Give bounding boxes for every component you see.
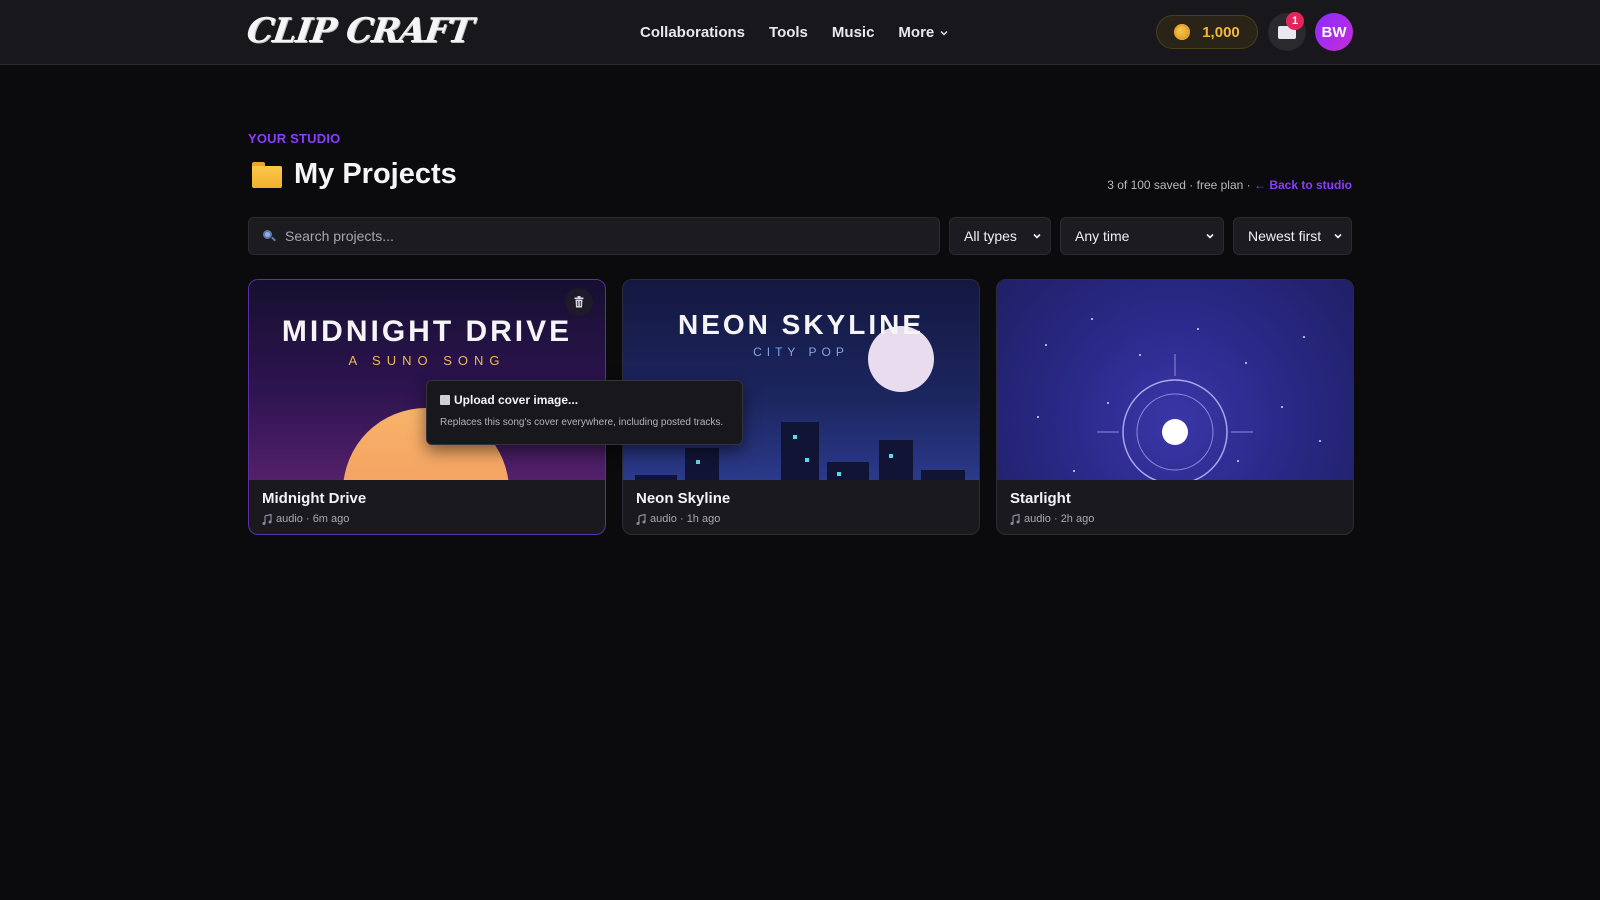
project-title: Neon Skyline bbox=[636, 490, 731, 507]
music-note-icon bbox=[262, 513, 272, 525]
project-quota-meta: 3 of 100 saved · free plan · ← Back to s… bbox=[1107, 178, 1352, 192]
project-card-starlight[interactable]: Starlight audio · 2h ago bbox=[996, 279, 1354, 535]
nav-collaborations[interactable]: Collaborations bbox=[640, 24, 745, 41]
image-icon bbox=[440, 395, 450, 405]
project-title: Midnight Drive bbox=[262, 490, 367, 507]
coin-balance-button[interactable]: 1,000 bbox=[1156, 15, 1258, 49]
project-type-age: audio · 6m ago bbox=[276, 513, 350, 525]
music-note-icon bbox=[1010, 513, 1020, 525]
time-filter-select[interactable]: Any time bbox=[1060, 217, 1224, 255]
time-filter-value: Any time bbox=[1075, 228, 1130, 244]
coin-balance: 1,000 bbox=[1202, 23, 1240, 41]
user-avatar[interactable]: BW bbox=[1315, 13, 1353, 51]
orbit-graphic bbox=[1097, 354, 1253, 480]
quota-text: 3 of 100 saved · free plan · bbox=[1107, 178, 1254, 192]
upload-cover-image-option[interactable]: Upload cover image... bbox=[440, 393, 729, 407]
nav-music[interactable]: Music bbox=[832, 24, 875, 41]
cover-subtitle: CITY POP bbox=[753, 345, 849, 359]
project-meta: audio · 2h ago bbox=[1010, 513, 1094, 525]
sort-select[interactable]: Newest first bbox=[1233, 217, 1352, 255]
notification-count-badge: 1 bbox=[1286, 12, 1304, 30]
upload-cover-label: Upload cover image... bbox=[454, 393, 579, 407]
coin-icon bbox=[1174, 24, 1191, 40]
nav-more-label: More bbox=[898, 24, 935, 41]
project-info: Midnight Drive audio · 6m ago bbox=[262, 490, 366, 525]
top-navbar: CLIP CRAFT Collaborations Tools Music Mo… bbox=[0, 0, 1600, 65]
main-nav: Collaborations Tools Music More bbox=[640, 0, 948, 65]
folder-icon bbox=[252, 161, 282, 188]
project-title: Starlight bbox=[1010, 490, 1071, 507]
cover-title: NEON SKYLINE bbox=[677, 309, 925, 340]
project-info: Starlight audio · 2h ago bbox=[1010, 490, 1094, 525]
cover-title: MIDNIGHT DRIVE bbox=[281, 315, 573, 348]
nav-more[interactable]: More bbox=[898, 24, 948, 41]
nav-tools[interactable]: Tools bbox=[769, 24, 808, 41]
project-meta: audio · 1h ago bbox=[636, 513, 730, 525]
search-input[interactable] bbox=[285, 228, 925, 244]
upload-cover-description: Replaces this song's cover everywhere, i… bbox=[440, 417, 724, 428]
project-cover[interactable] bbox=[997, 280, 1353, 480]
project-info: Neon Skyline audio · 1h ago bbox=[636, 490, 730, 525]
search-icon bbox=[263, 230, 276, 242]
clip-craft-logo[interactable]: CLIP CRAFT bbox=[244, 11, 475, 51]
chevron-down-icon bbox=[940, 30, 948, 35]
delete-project-button[interactable] bbox=[565, 288, 593, 316]
sort-value: Newest first bbox=[1248, 228, 1322, 244]
cover-subtitle: A SUNO SONG bbox=[348, 353, 506, 368]
page-title-row: My Projects bbox=[252, 158, 457, 191]
section-eyebrow: YOUR STUDIO bbox=[248, 131, 341, 146]
chevron-down-icon bbox=[1206, 233, 1214, 239]
search-box bbox=[248, 217, 940, 255]
upload-cover-menu: Upload cover image... Replaces this song… bbox=[426, 380, 743, 445]
type-filter-select[interactable]: All types bbox=[949, 217, 1051, 255]
type-filter-value: All types bbox=[964, 228, 1017, 244]
back-to-studio-link[interactable]: ← Back to studio bbox=[1254, 178, 1352, 192]
chevron-down-icon bbox=[1033, 233, 1041, 239]
trash-icon bbox=[574, 296, 584, 308]
project-meta: audio · 6m ago bbox=[262, 513, 366, 525]
page-title: My Projects bbox=[294, 158, 457, 190]
project-type-age: audio · 2h ago bbox=[1024, 513, 1095, 525]
chevron-down-icon bbox=[1334, 233, 1342, 239]
music-note-icon bbox=[636, 513, 646, 525]
project-type-age: audio · 1h ago bbox=[650, 513, 721, 525]
